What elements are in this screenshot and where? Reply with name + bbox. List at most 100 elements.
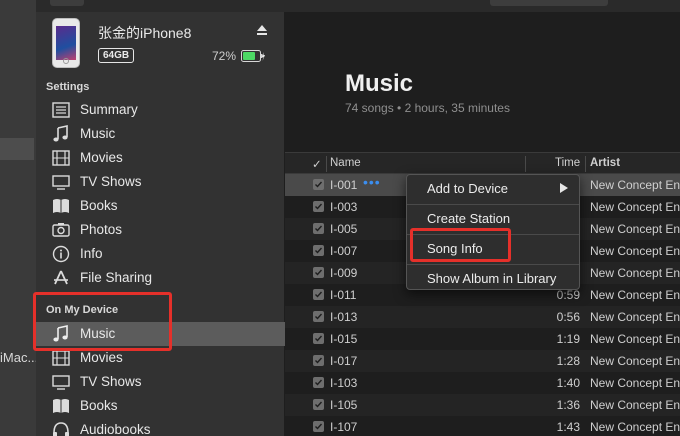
row-checkbox[interactable]	[313, 355, 324, 366]
menu-separator	[407, 204, 579, 205]
music-note-icon	[53, 325, 68, 342]
sidebar-item-label: Music	[80, 326, 116, 341]
table-row[interactable]: I-103 1:40 New Concept En	[285, 372, 680, 394]
song-artist: New Concept En	[590, 420, 680, 434]
sidebar-item-device-books[interactable]: Books	[36, 394, 285, 418]
menu-separator	[407, 264, 579, 265]
song-artist: New Concept En	[590, 178, 680, 192]
battery-charging-icon	[241, 50, 265, 62]
column-header-artist[interactable]: Artist	[590, 157, 620, 169]
sidebar-item-movies[interactable]: Movies	[36, 146, 285, 170]
song-time: 1:19	[556, 332, 580, 346]
toolbar-field[interactable]	[490, 0, 608, 6]
song-artist: New Concept En	[590, 310, 680, 324]
sidebar-item-label: Info	[80, 246, 103, 261]
toolbar-button[interactable]	[50, 0, 84, 6]
row-checkbox[interactable]	[313, 179, 324, 190]
sidebar-item-summary[interactable]: Summary	[36, 98, 285, 122]
library-summary: 74 songs • 2 hours, 35 minutes	[345, 101, 510, 115]
row-checkbox[interactable]	[313, 399, 324, 410]
sidebar-item-file-sharing[interactable]: File Sharing	[36, 266, 285, 290]
table-row[interactable]: I-107 1:43 New Concept En	[285, 416, 680, 436]
row-checkbox[interactable]	[313, 201, 324, 212]
screen: iMac... 张金的iPhone8 64GB 72% Settings Sum…	[0, 0, 680, 436]
headphones-icon	[53, 422, 69, 436]
sidebar-item-photos[interactable]: Photos	[36, 218, 285, 242]
song-name: I-005	[330, 222, 358, 236]
capacity-badge: 64GB	[98, 48, 135, 63]
title-bar	[36, 0, 680, 12]
menu-item-label: Add to Device	[427, 181, 508, 196]
row-checkbox[interactable]	[313, 311, 324, 322]
eject-icon[interactable]	[256, 24, 268, 36]
menu-item-create-station[interactable]: Create Station	[407, 207, 579, 231]
row-checkbox[interactable]	[313, 421, 324, 432]
background-window-edge	[0, 138, 34, 160]
sidebar-item-label: Movies	[80, 150, 123, 165]
film-icon	[52, 350, 70, 366]
song-name: I-009	[330, 266, 358, 280]
sidebar-item-label: TV Shows	[80, 174, 142, 189]
desktop-background: iMac...	[0, 0, 38, 436]
table-row[interactable]: I-013 0:56 New Concept En	[285, 306, 680, 328]
menu-item-song-info[interactable]: Song Info	[407, 237, 579, 261]
sidebar-item-tv-shows[interactable]: TV Shows	[36, 170, 285, 194]
menu-item-show-album-in-library[interactable]: Show Album in Library	[407, 267, 579, 291]
song-artist: New Concept En	[590, 354, 680, 368]
column-header-name[interactable]: Name	[330, 157, 361, 169]
table-row[interactable]: I-017 1:28 New Concept En	[285, 350, 680, 372]
song-artist: New Concept En	[590, 200, 680, 214]
device-name: 张金的iPhone8	[98, 25, 192, 41]
sidebar-item-device-movies[interactable]: Movies	[36, 346, 285, 370]
table-row[interactable]: I-015 1:19 New Concept En	[285, 328, 680, 350]
sidebar-item-music[interactable]: Music	[36, 122, 285, 146]
row-checkbox[interactable]	[313, 267, 324, 278]
song-artist: New Concept En	[590, 244, 680, 258]
song-name: I-017	[330, 354, 358, 368]
sidebar-item-label: Movies	[80, 350, 123, 365]
row-checkbox[interactable]	[313, 223, 324, 234]
tv-icon	[52, 375, 70, 390]
sidebar-item-label: Summary	[80, 102, 138, 117]
song-name: I-105	[330, 398, 358, 412]
summary-icon	[52, 102, 70, 118]
sidebar: 张金的iPhone8 64GB 72% Settings Summary Mus…	[33, 12, 285, 436]
table-row[interactable]: I-105 1:36 New Concept En	[285, 394, 680, 416]
film-icon	[52, 150, 70, 166]
row-checkbox[interactable]	[313, 245, 324, 256]
song-time: 1:43	[556, 420, 580, 434]
row-checkbox[interactable]	[313, 333, 324, 344]
sidebar-item-label: Books	[80, 398, 118, 413]
book-icon	[53, 199, 69, 213]
sidebar-item-label: File Sharing	[80, 270, 153, 285]
iphone-icon	[52, 18, 80, 68]
settings-section-title: Settings	[46, 81, 90, 93]
song-time: 1:40	[556, 376, 580, 390]
more-options-icon[interactable]: •••	[363, 174, 381, 190]
sidebar-item-label: Photos	[80, 222, 123, 237]
column-header-check[interactable]: ✓	[312, 157, 322, 171]
book-icon	[53, 399, 69, 413]
row-checkbox[interactable]	[313, 289, 324, 300]
sidebar-item-device-music[interactable]: Music	[36, 322, 285, 346]
song-artist: New Concept En	[590, 222, 680, 236]
sidebar-item-device-tv-shows[interactable]: TV Shows	[36, 370, 285, 394]
song-artist: New Concept En	[590, 398, 680, 412]
menu-separator	[407, 234, 579, 235]
sidebar-item-device-audiobooks[interactable]: Audiobooks	[36, 418, 285, 436]
song-time: 1:28	[556, 354, 580, 368]
sidebar-item-books[interactable]: Books	[36, 194, 285, 218]
song-artist: New Concept En	[590, 266, 680, 280]
song-artist: New Concept En	[590, 288, 680, 302]
row-checkbox[interactable]	[313, 377, 324, 388]
menu-item-label: Show Album in Library	[427, 271, 557, 286]
menu-item-add-to-device[interactable]: Add to Device	[407, 177, 579, 201]
column-header-time[interactable]: Time	[555, 157, 580, 169]
song-artist: New Concept En	[590, 376, 680, 390]
music-note-icon	[53, 125, 68, 142]
song-artist: New Concept En	[590, 332, 680, 346]
sidebar-item-info[interactable]: Info	[36, 242, 285, 266]
desktop-icon-label[interactable]: iMac...	[0, 350, 38, 365]
song-name: I-015	[330, 332, 358, 346]
device-header[interactable]: 张金的iPhone8 64GB 72%	[36, 12, 285, 76]
